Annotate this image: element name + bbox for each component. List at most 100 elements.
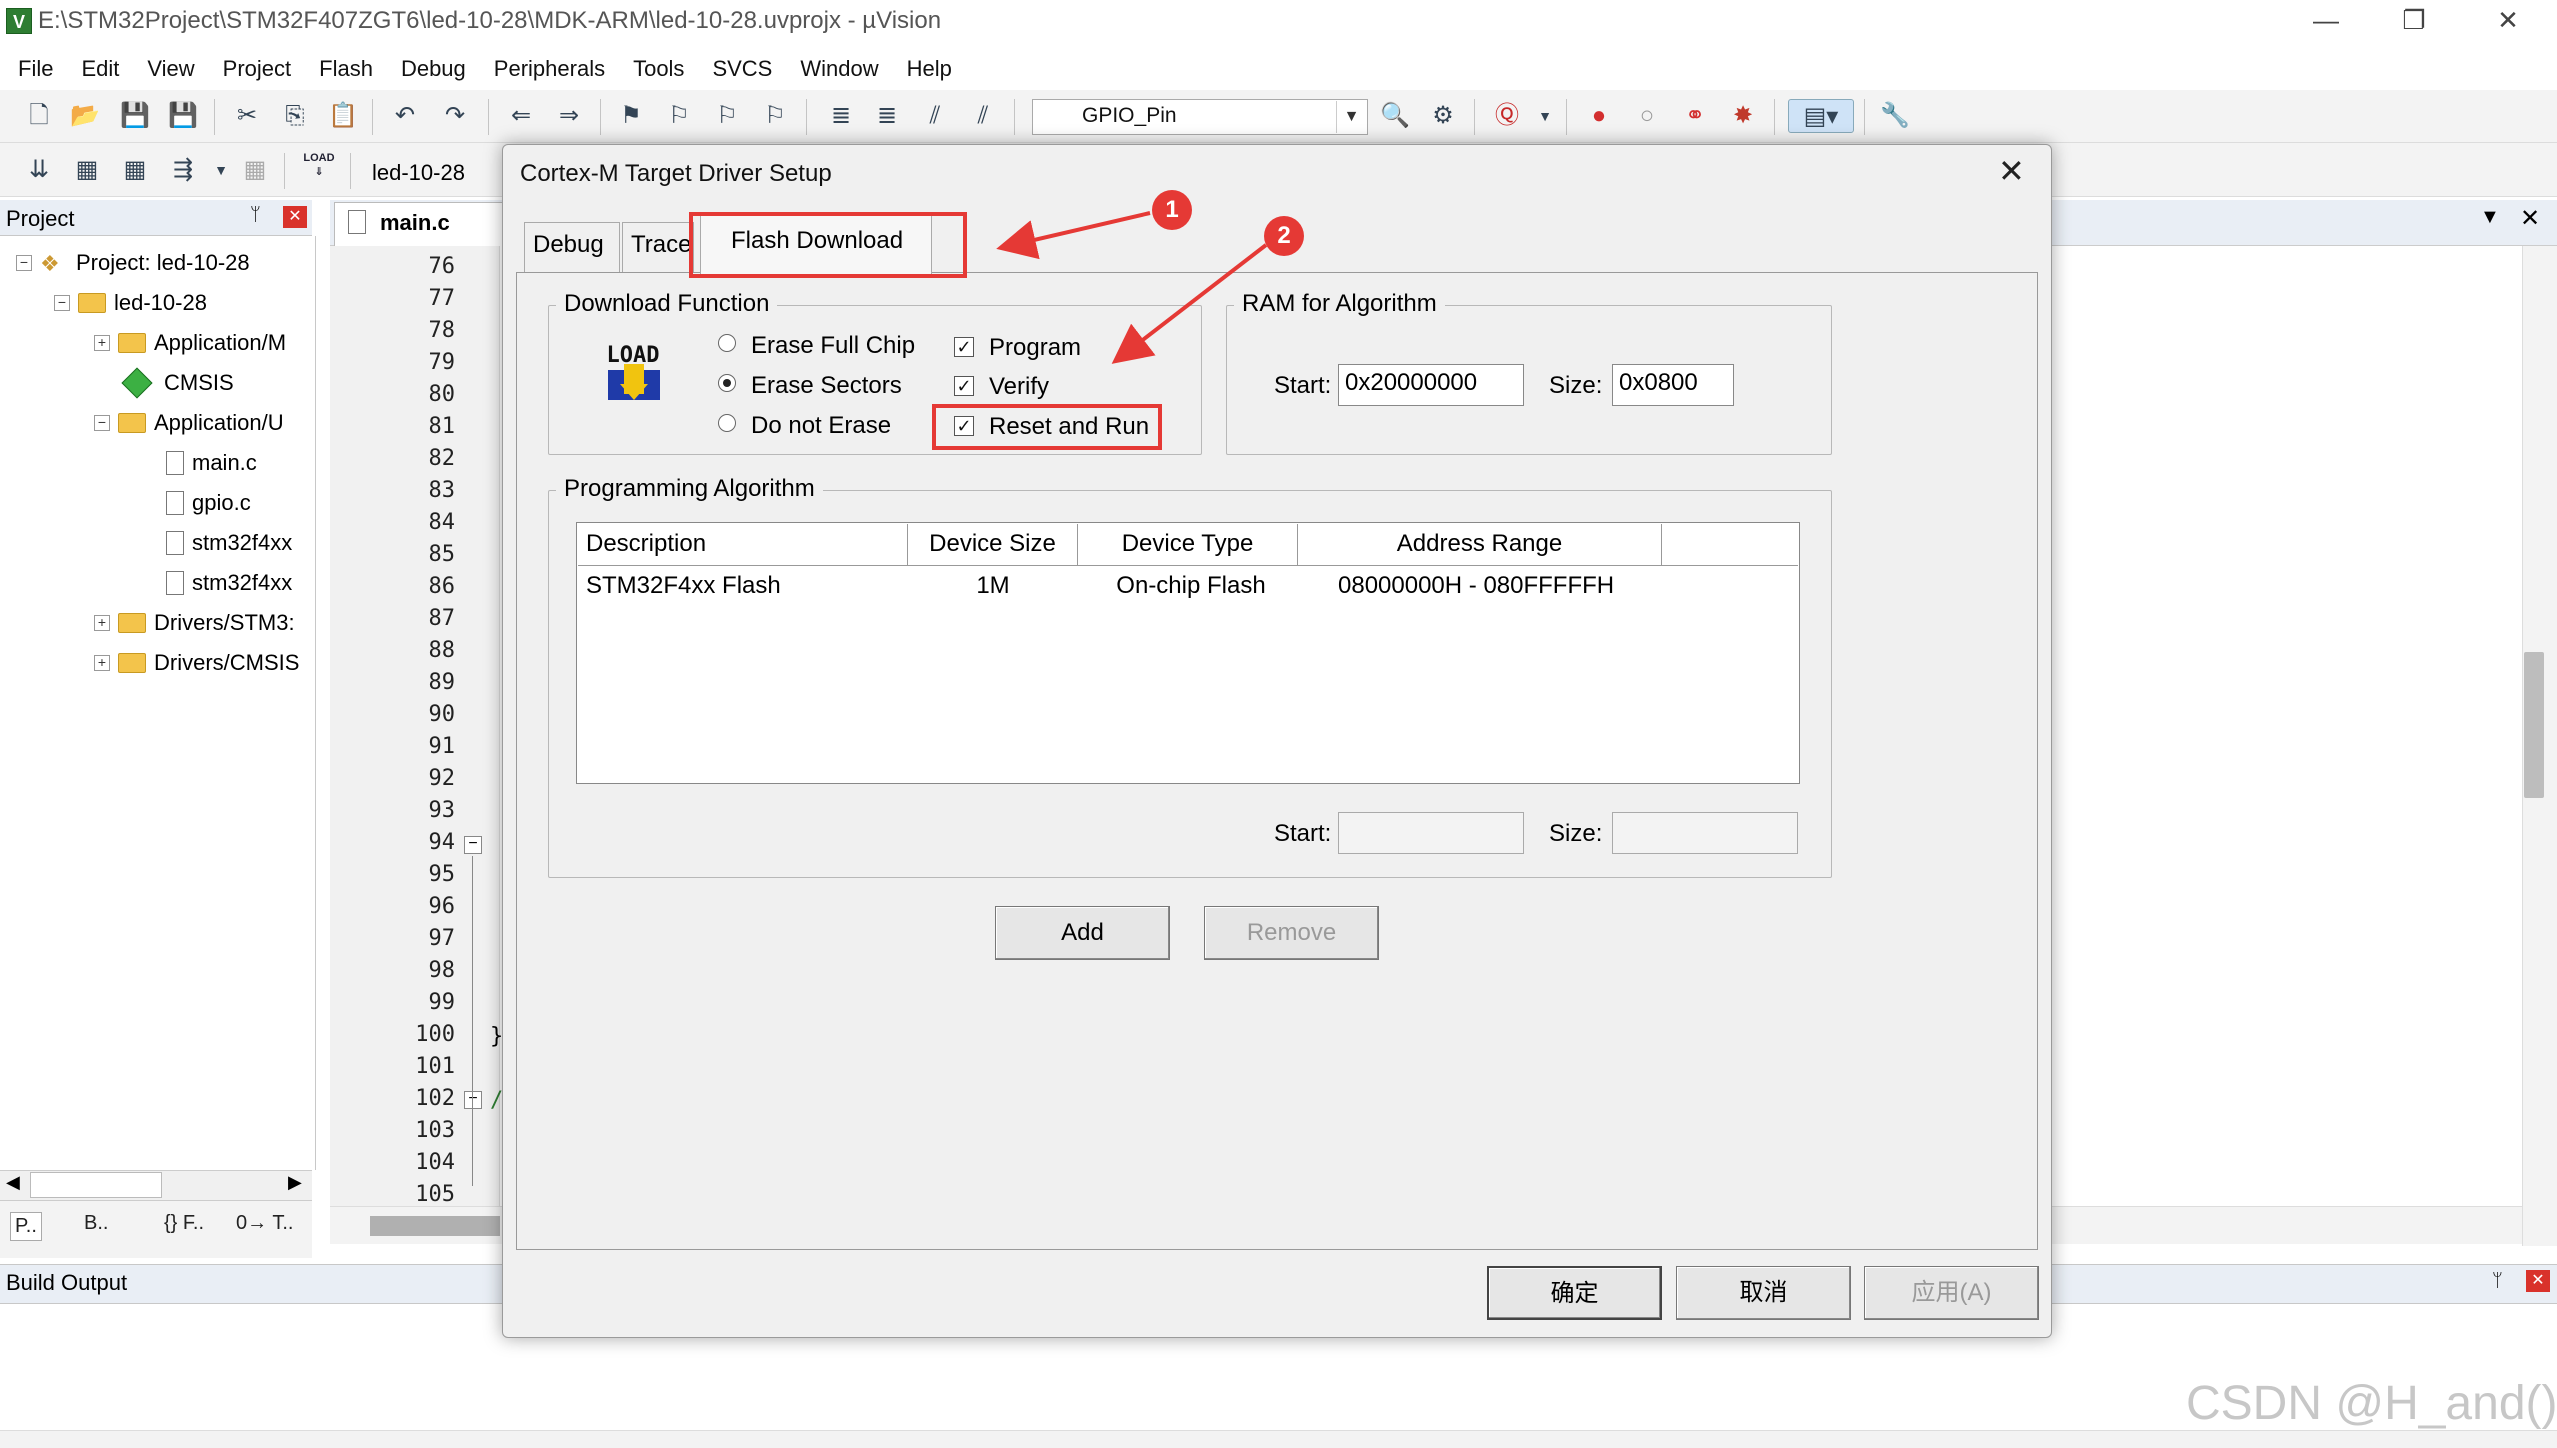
- remove-button[interactable]: Remove: [1204, 906, 1379, 960]
- menu-project[interactable]: Project: [209, 56, 305, 82]
- expand-icon[interactable]: +: [94, 335, 110, 351]
- column-header-description[interactable]: Description: [578, 524, 908, 566]
- cancel-button[interactable]: 取消: [1676, 1266, 1851, 1320]
- algo-start-input[interactable]: [1338, 812, 1524, 854]
- close-icon[interactable]: ✕: [283, 206, 307, 228]
- close-dialog-icon[interactable]: ✕: [1998, 152, 2025, 190]
- radio-do-not-erase[interactable]: [718, 414, 736, 432]
- paste-icon[interactable]: 📋: [326, 99, 360, 133]
- ram-start-input[interactable]: 0x20000000: [1338, 364, 1524, 406]
- cut-icon[interactable]: ✂: [230, 99, 264, 133]
- collapse-icon[interactable]: −: [16, 255, 32, 271]
- navigate-back-icon[interactable]: ⇐: [504, 99, 538, 133]
- incremental-find-icon[interactable]: ⚙: [1426, 99, 1460, 133]
- batch-build-icon[interactable]: ⇶: [166, 153, 200, 187]
- menu-tools[interactable]: Tools: [619, 56, 698, 82]
- expand-icon[interactable]: +: [94, 655, 110, 671]
- tree-item-target[interactable]: − led-10-28: [54, 290, 207, 316]
- find-icon[interactable]: 🔍: [1378, 99, 1412, 133]
- checkbox-program[interactable]: ✓: [954, 337, 974, 357]
- column-header-device-type[interactable]: Device Type: [1078, 524, 1298, 566]
- scrollbar-thumb[interactable]: [30, 1172, 162, 1198]
- minimize-icon[interactable]: —: [2278, 0, 2374, 40]
- redo-icon[interactable]: ↷: [438, 99, 472, 133]
- next-bookmark-icon[interactable]: ⚐: [710, 99, 744, 133]
- close-window-icon[interactable]: ✕: [2460, 0, 2556, 40]
- clear-bookmarks-icon[interactable]: ⚐: [758, 99, 792, 133]
- tree-item-cmsis[interactable]: CMSIS: [121, 367, 234, 399]
- radio-erase-sectors[interactable]: [718, 374, 736, 392]
- menu-view[interactable]: View: [133, 56, 208, 82]
- uncomment-icon[interactable]: ⫽: [966, 99, 1000, 133]
- expand-icon[interactable]: +: [94, 615, 110, 631]
- rebuild-icon[interactable]: ▦: [118, 153, 152, 187]
- tab-debug[interactable]: Debug: [524, 222, 620, 272]
- scroll-left-icon[interactable]: ◀: [6, 1172, 20, 1193]
- menu-edit[interactable]: Edit: [67, 56, 133, 82]
- insert-breakpoint-icon[interactable]: ●: [1582, 99, 1616, 133]
- tab-project[interactable]: P..: [10, 1212, 42, 1241]
- kill-breakpoints-icon[interactable]: ✸: [1726, 99, 1760, 133]
- collapse-icon[interactable]: −: [54, 295, 70, 311]
- tree-item-file[interactable]: stm32f4xx: [166, 530, 292, 556]
- restore-icon[interactable]: ❐: [2366, 0, 2462, 40]
- comment-icon[interactable]: ⫽: [918, 99, 952, 133]
- menu-window[interactable]: Window: [786, 56, 892, 82]
- tree-item-file[interactable]: stm32f4xx: [166, 570, 292, 596]
- scrollbar-thumb[interactable]: [370, 1216, 500, 1236]
- tab-books[interactable]: B..: [84, 1212, 108, 1235]
- ram-size-input[interactable]: 0x0800: [1612, 364, 1734, 406]
- load-download-icon[interactable]: LOAD ⇓: [302, 151, 336, 185]
- tab-functions[interactable]: {} F..: [164, 1212, 204, 1235]
- fold-marker-icon[interactable]: −: [464, 836, 482, 854]
- project-target-combo[interactable]: led-10-28: [372, 160, 465, 186]
- column-header-address-range[interactable]: Address Range: [1298, 524, 1662, 566]
- bookmark-icon[interactable]: ⚑: [614, 99, 648, 133]
- menu-flash[interactable]: Flash: [305, 56, 387, 82]
- unindent-icon[interactable]: ≣: [870, 99, 904, 133]
- scrollbar-thumb[interactable]: [2524, 652, 2544, 798]
- translate-icon[interactable]: ⇊: [22, 153, 56, 187]
- pin-icon[interactable]: ᛘ: [250, 204, 261, 225]
- radio-erase-full-chip[interactable]: [718, 334, 736, 352]
- debug-dropdown-icon[interactable]: ▼: [1528, 99, 1562, 133]
- configure-icon[interactable]: 🔧: [1878, 99, 1912, 133]
- window-layout-icon[interactable]: ▤▾: [1788, 99, 1854, 133]
- new-file-icon[interactable]: 🗋: [22, 99, 56, 133]
- fold-marker-icon[interactable]: −: [464, 1091, 482, 1109]
- debug-session-icon[interactable]: Ⓠ: [1490, 99, 1524, 133]
- chevron-down-icon[interactable]: ▼: [2480, 206, 2500, 229]
- algo-size-input[interactable]: [1612, 812, 1798, 854]
- undo-icon[interactable]: ↶: [388, 99, 422, 133]
- save-icon[interactable]: 💾: [118, 99, 152, 133]
- batch-dropdown-icon[interactable]: ▼: [204, 153, 238, 187]
- tab-trace[interactable]: Trace: [622, 222, 694, 272]
- menu-svcs[interactable]: SVCS: [698, 56, 786, 82]
- menu-peripherals[interactable]: Peripherals: [480, 56, 619, 82]
- column-header-device-size[interactable]: Device Size: [908, 524, 1078, 566]
- enable-breakpoint-icon[interactable]: ○: [1630, 99, 1664, 133]
- disable-breakpoints-icon[interactable]: ⚭: [1678, 99, 1712, 133]
- tree-item-group[interactable]: + Drivers/CMSIS: [94, 650, 299, 676]
- tree-item-group[interactable]: − Application/U: [94, 410, 284, 436]
- close-icon[interactable]: ✕: [2520, 204, 2540, 233]
- tree-item-group[interactable]: + Drivers/STM3:: [94, 610, 295, 636]
- menu-help[interactable]: Help: [893, 56, 966, 82]
- indent-icon[interactable]: ≣: [824, 99, 858, 133]
- navigate-forward-icon[interactable]: ⇒: [552, 99, 586, 133]
- build-output-scrollbar[interactable]: [0, 1430, 2557, 1448]
- tree-item-group[interactable]: + Application/M: [94, 330, 286, 356]
- pin-icon[interactable]: ᛘ: [2492, 1270, 2503, 1291]
- tree-item-project[interactable]: − ❖ Project: led-10-28: [16, 250, 250, 276]
- checkbox-verify[interactable]: ✓: [954, 376, 974, 396]
- chevron-down-icon[interactable]: ▼: [1336, 101, 1366, 133]
- stop-build-icon[interactable]: ▦: [238, 153, 272, 187]
- collapse-icon[interactable]: −: [94, 415, 110, 431]
- scroll-right-icon[interactable]: ▶: [288, 1172, 302, 1193]
- copy-icon[interactable]: ⎘: [278, 99, 312, 133]
- ok-button[interactable]: 确定: [1487, 1266, 1662, 1320]
- menu-file[interactable]: File: [4, 56, 67, 82]
- algorithm-description-cell[interactable]: STM32F4xx Flash: [586, 572, 781, 600]
- tab-templates[interactable]: 0→ T..: [236, 1212, 293, 1235]
- add-button[interactable]: Add: [995, 906, 1170, 960]
